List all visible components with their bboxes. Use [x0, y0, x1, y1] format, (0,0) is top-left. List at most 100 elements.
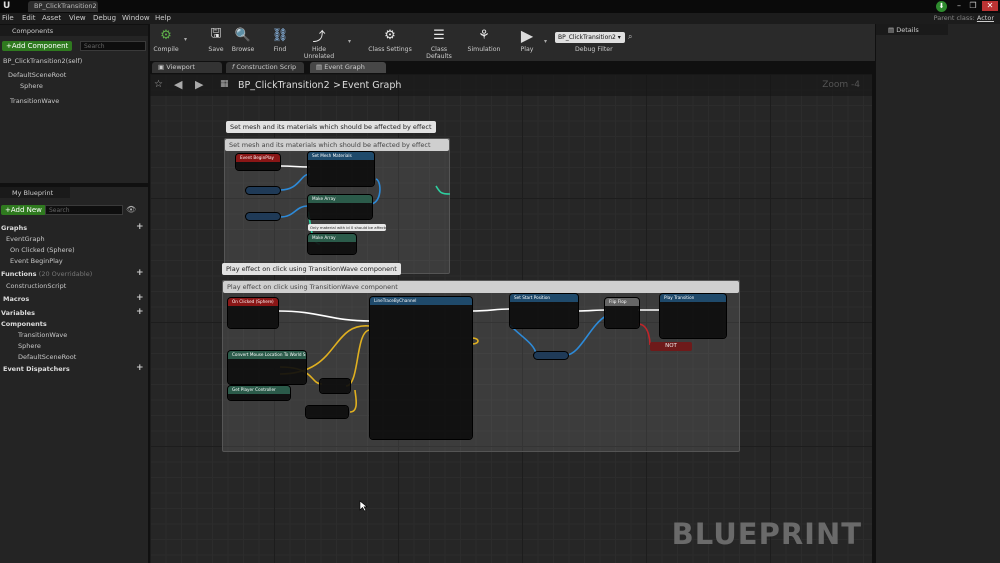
node-make-array-2-title: Make Array	[308, 234, 356, 242]
hide-unrelated-options-icon[interactable]: ▾	[348, 38, 351, 45]
add-function-icon[interactable]: +	[136, 268, 144, 278]
breadcrumb-event-graph[interactable]: Event Graph	[342, 80, 401, 91]
minimize-icon[interactable]: –	[952, 1, 966, 11]
blueprint-search-input[interactable]: Search	[45, 205, 123, 215]
class-defaults-button[interactable]: ☰ Class Defaults	[417, 26, 461, 61]
component-sphere[interactable]: Sphere	[20, 82, 43, 90]
node-not[interactable]: NOT	[650, 342, 692, 351]
my-blueprint-tab[interactable]: My Blueprint	[0, 187, 70, 198]
node-flip-flop[interactable]: Flip Flop	[605, 298, 639, 328]
node-get-transition-wave-2[interactable]	[534, 352, 568, 359]
component-transition-wave[interactable]: TransitionWave	[10, 97, 59, 105]
node-on-clicked[interactable]: On Clicked (Sphere)	[228, 298, 278, 328]
tab-construction-script[interactable]: f Construction Scrip	[226, 62, 304, 73]
var-transition-wave[interactable]: TransitionWave	[18, 331, 67, 339]
tab-viewport[interactable]: ▣ Viewport	[152, 62, 222, 73]
add-macro-icon[interactable]: +	[136, 293, 144, 303]
parent-class: Parent class: Actor	[933, 14, 994, 22]
forward-arrow-icon[interactable]: ▶	[195, 78, 203, 91]
node-get-sphere[interactable]	[246, 213, 280, 220]
details-tab[interactable]: ▤ Details	[876, 24, 948, 35]
save-button[interactable]: 🖫 Save	[204, 26, 228, 53]
components-search-input[interactable]: Search	[80, 41, 146, 51]
find-button[interactable]: ⛓ Find	[268, 26, 292, 54]
breadcrumb-blueprint[interactable]: BP_ClickTransition2	[238, 80, 330, 91]
graph-grid-icon: ▦	[220, 79, 229, 89]
document-tab[interactable]: BP_ClickTransition2	[28, 1, 98, 12]
graph-breadcrumb-bar: ☆ ◀ ▶ ▦ BP_ClickTransition2 > Event Grap…	[150, 74, 872, 96]
play-icon: ▶	[520, 25, 534, 45]
add-new-button[interactable]: +Add New	[1, 205, 46, 215]
construction-script-item[interactable]: ConstructionScript	[6, 282, 66, 290]
debug-search-icon[interactable]: ⌕	[628, 32, 632, 42]
node-comment-note[interactable]: Only material with id 0 should be affect…	[308, 224, 386, 231]
event-graph-item[interactable]: EventGraph	[6, 235, 45, 243]
event-begin-play[interactable]: Event BeginPlay	[10, 257, 63, 265]
update-icon[interactable]: ⬇	[936, 1, 947, 12]
favorite-star-icon[interactable]: ☆	[154, 79, 163, 90]
compile-button[interactable]: ⚙ Compile	[152, 26, 180, 54]
hide-unrelated-icon: ⤴	[312, 29, 326, 45]
event-dispatchers-category[interactable]: Event Dispatchers	[3, 365, 70, 373]
mouse-cursor-icon	[359, 500, 368, 512]
node-add-vector[interactable]	[306, 406, 348, 418]
component-default-scene-root[interactable]: DefaultSceneRoot	[8, 71, 66, 79]
back-arrow-icon[interactable]: ◀	[174, 78, 182, 91]
menu-edit[interactable]: Edit	[22, 14, 36, 22]
simulation-button[interactable]: ⚘ Simulation	[466, 26, 502, 54]
play-options-icon[interactable]: ▾	[544, 38, 547, 45]
var-sphere[interactable]: Sphere	[18, 342, 41, 350]
graphs-category[interactable]: Graphs	[1, 224, 27, 232]
hide-unrelated-button[interactable]: ⤴ Hide Unrelated	[297, 26, 341, 61]
find-icon: ⛓	[271, 27, 289, 43]
node-event-begin-play[interactable]: Event BeginPlay	[236, 154, 280, 170]
node-on-clicked-title: On Clicked (Sphere)	[228, 298, 278, 306]
node-set-start-position[interactable]: Set Start Position	[510, 294, 578, 328]
node-make-array-2[interactable]: Make Array	[308, 234, 356, 254]
add-graph-icon[interactable]: +	[136, 222, 144, 232]
node-line-trace[interactable]: LineTraceByChannel	[370, 297, 472, 439]
play-button[interactable]: ▶ Play	[514, 25, 540, 54]
my-blueprint-panel: My Blueprint +Add New Search 👁 Graphs + …	[0, 187, 148, 563]
event-graph-canvas[interactable]: Set mesh and its materials which should …	[150, 74, 872, 563]
node-multiply-vector[interactable]	[320, 379, 350, 393]
node-play-transition[interactable]: Play Transition	[660, 294, 726, 338]
view-options-icon[interactable]: 👁	[126, 205, 136, 214]
menu-view[interactable]: View	[69, 14, 86, 22]
menu-asset[interactable]: Asset	[42, 14, 61, 22]
menu-help[interactable]: Help	[155, 14, 171, 22]
add-variable-icon[interactable]: +	[136, 307, 144, 317]
node-set-mesh-materials[interactable]: Set Mesh Materials	[308, 152, 374, 186]
debug-object-select[interactable]: BP_ClickTransition2 ▾	[555, 32, 625, 43]
menu-file[interactable]: File	[2, 14, 14, 22]
variables-category[interactable]: Variables	[1, 309, 35, 317]
node-get-player-controller[interactable]: Get Player Controller	[228, 386, 290, 400]
menu-window[interactable]: Window	[122, 14, 150, 22]
macros-category[interactable]: Macros	[3, 295, 29, 303]
menu-debug[interactable]: Debug	[93, 14, 116, 22]
close-icon[interactable]: ✕	[982, 1, 998, 11]
var-default-scene-root[interactable]: DefaultSceneRoot	[18, 353, 76, 361]
maximize-icon[interactable]: ❐	[966, 1, 980, 11]
add-dispatcher-icon[interactable]: +	[136, 363, 144, 373]
functions-category[interactable]: Functions (20 Overridable)	[1, 270, 92, 278]
function-icon: f	[232, 63, 235, 71]
node-convert-mouse[interactable]: Convert Mouse Location To World Space	[228, 351, 306, 384]
node-event-begin-play-title: Event BeginPlay	[236, 154, 280, 162]
tab-event-graph[interactable]: ▤ Event Graph	[310, 62, 386, 73]
class-settings-button[interactable]: ⚙ Class Settings	[368, 26, 412, 54]
browse-button[interactable]: 🔍 Browse	[230, 26, 256, 54]
parent-class-value[interactable]: Actor	[977, 14, 994, 22]
component-self[interactable]: BP_ClickTransition2(self)	[3, 57, 82, 65]
node-get-transition-wave[interactable]	[246, 187, 280, 194]
compile-options-icon[interactable]: ▾	[184, 36, 187, 43]
unreal-logo-icon: U	[3, 1, 11, 11]
zoom-level: Zoom -4	[822, 80, 860, 90]
event-on-clicked[interactable]: On Clicked (Sphere)	[10, 246, 75, 254]
browse-icon: 🔍	[234, 27, 252, 43]
node-make-array-1[interactable]: Make Array	[308, 195, 372, 219]
title-bar: U BP_ClickTransition2 ⬇ – ❐ ✕	[0, 0, 1000, 13]
add-component-button[interactable]: +Add Component	[2, 41, 73, 51]
class-defaults-icon: ☰	[433, 27, 445, 43]
components-category[interactable]: Components	[1, 320, 47, 328]
